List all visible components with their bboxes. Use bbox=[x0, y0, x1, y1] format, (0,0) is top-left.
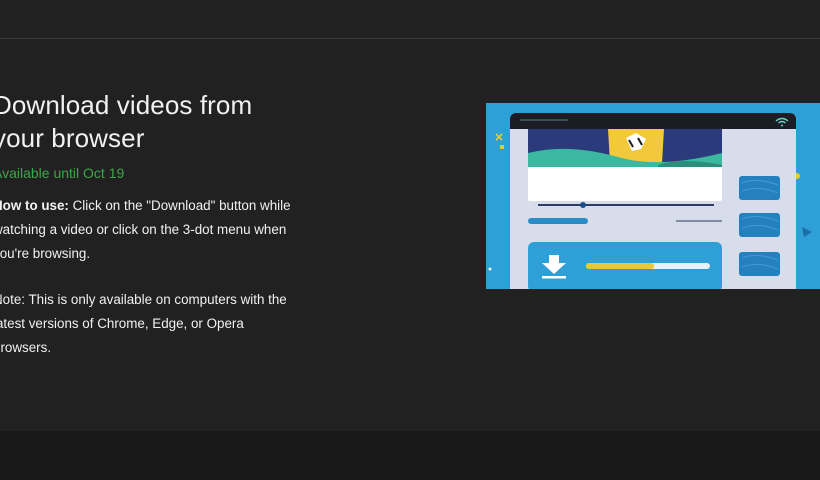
promo-title: Download videos from your browser bbox=[0, 90, 253, 153]
top-bar bbox=[0, 0, 820, 39]
decor-dot-small-icon bbox=[488, 267, 492, 271]
decor-x-icon bbox=[495, 133, 503, 141]
decor-triangle-icon bbox=[802, 227, 812, 237]
download-progress-fill bbox=[586, 263, 655, 269]
sidebar-thumbnails bbox=[739, 176, 780, 276]
video-thumbnail bbox=[528, 129, 722, 208]
how-to-use-text: How to use: Click on the "Download" butt… bbox=[0, 194, 303, 266]
browser-download-illustration bbox=[486, 103, 820, 289]
how-to-use-label: How to use: bbox=[0, 198, 69, 213]
browser-address-line bbox=[520, 119, 568, 121]
availability-note: Note: This is only available on computer… bbox=[0, 292, 287, 355]
video-meta-line bbox=[676, 220, 722, 222]
download-card bbox=[528, 242, 722, 289]
bottom-band bbox=[0, 431, 820, 480]
video-title-bar bbox=[528, 218, 588, 224]
availability-label: Available until Oct 19 bbox=[0, 165, 125, 181]
decor-square-icon bbox=[500, 145, 504, 149]
promo-text-column: Download videos from your browser Availa… bbox=[0, 89, 303, 360]
illustration-graphic bbox=[488, 113, 812, 289]
